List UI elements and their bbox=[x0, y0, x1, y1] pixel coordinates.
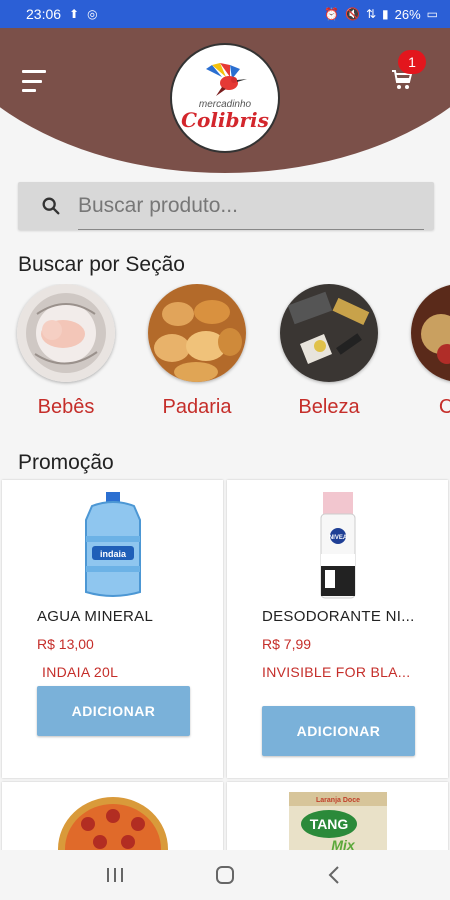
section-beleza[interactable]: Beleza bbox=[274, 284, 384, 419]
search-icon bbox=[42, 197, 60, 215]
section-com[interactable]: Com bbox=[405, 284, 450, 419]
product-card[interactable] bbox=[2, 782, 223, 850]
upload-icon: ⬆ bbox=[69, 7, 80, 21]
section-com-image bbox=[411, 284, 450, 382]
section-beleza-label: Beleza bbox=[298, 396, 360, 418]
product-card[interactable]: indaia AGUA MINERAL R$ 13,00 INDAIA 20L … bbox=[2, 480, 223, 778]
pizza-image bbox=[58, 797, 168, 850]
sections-carousel[interactable]: Bebês Padaria Beleza C bbox=[0, 284, 450, 424]
mute-icon: 🔇 bbox=[345, 7, 360, 21]
product-price: R$ 13,00 bbox=[37, 636, 94, 652]
signal-icon: ▮ bbox=[382, 7, 389, 21]
section-beleza-image bbox=[280, 284, 378, 382]
promo-title: Promoção bbox=[18, 451, 114, 474]
store-logo: mercadinho Colibris bbox=[170, 43, 280, 153]
product-name: AGUA MINERAL bbox=[37, 608, 154, 625]
product-price: R$ 7,99 bbox=[262, 636, 312, 652]
product-description: INDAIA 20L bbox=[42, 664, 119, 680]
hamburger-menu-icon[interactable] bbox=[22, 70, 46, 92]
search-bar[interactable]: Buscar produto... bbox=[18, 182, 434, 230]
section-padaria-label: Padaria bbox=[162, 396, 232, 418]
battery-icon: ▭ bbox=[426, 7, 438, 21]
section-com-label: Com bbox=[438, 396, 450, 418]
back-icon[interactable] bbox=[323, 863, 347, 887]
recent-apps-icon[interactable] bbox=[103, 863, 127, 887]
section-bebes-label: Bebês bbox=[37, 396, 95, 418]
status-bar: 23:06 ⬆ ◎ ⏰ 🔇 ⇅ ▮ 26% ▭ bbox=[0, 0, 450, 28]
alarm-icon: ⏰ bbox=[324, 7, 339, 21]
tang-juice-image: Laranja Doce TANG Mix bbox=[289, 792, 387, 850]
section-padaria[interactable]: Padaria bbox=[142, 284, 252, 419]
tang-brand-text: TANG bbox=[310, 816, 349, 832]
battery-level: 26% bbox=[394, 6, 421, 22]
hummingbird-logo-icon bbox=[206, 62, 247, 96]
product-card[interactable]: NIVEA DESODORANTE NI... R$ 7,99 INVISIBL… bbox=[227, 480, 448, 778]
search-input[interactable]: Buscar produto... bbox=[78, 194, 238, 218]
sections-title: Buscar por Seção bbox=[18, 253, 185, 276]
deodorant-image: NIVEA bbox=[320, 492, 356, 599]
cart-count-badge: 1 bbox=[398, 50, 426, 74]
section-bebes[interactable]: Bebês bbox=[11, 284, 121, 419]
tang-mix-text: Mix bbox=[331, 837, 356, 850]
add-to-cart-button[interactable]: ADICIONAR bbox=[37, 686, 190, 736]
instagram-icon: ◎ bbox=[87, 7, 98, 21]
section-bebes-image bbox=[17, 284, 115, 382]
svg-text:NIVEA: NIVEA bbox=[329, 535, 348, 541]
product-name: DESODORANTE NI... bbox=[262, 608, 415, 625]
app-header: mercadinho Colibris 1 bbox=[0, 28, 450, 176]
section-padaria-image bbox=[148, 284, 246, 382]
product-description: INVISIBLE FOR BLA... bbox=[262, 664, 411, 680]
search-underline bbox=[78, 229, 424, 230]
add-to-cart-button[interactable]: ADICIONAR bbox=[262, 706, 415, 756]
svg-text:indaia: indaia bbox=[100, 549, 127, 559]
home-icon[interactable] bbox=[213, 863, 237, 887]
product-card[interactable]: Laranja Doce TANG Mix bbox=[227, 782, 448, 850]
water-gallon-image: indaia bbox=[85, 492, 141, 597]
logo-title: Colibris bbox=[181, 107, 269, 132]
tang-flavor-text: Laranja Doce bbox=[316, 797, 360, 804]
system-navigation-bar bbox=[0, 850, 450, 900]
status-time: 23:06 bbox=[26, 6, 62, 22]
network-icon: ⇅ bbox=[365, 7, 377, 21]
promo-grid: indaia AGUA MINERAL R$ 13,00 INDAIA 20L … bbox=[0, 478, 450, 850]
